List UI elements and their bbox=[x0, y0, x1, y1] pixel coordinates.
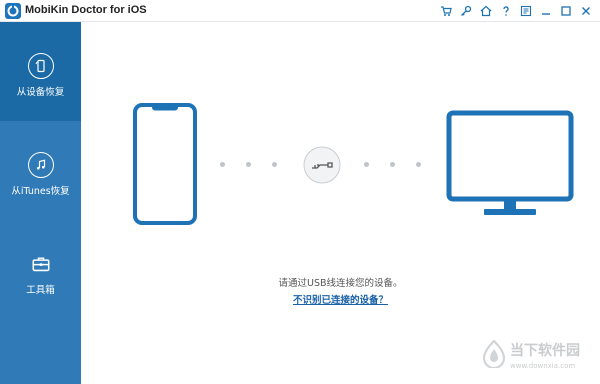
cart-icon[interactable] bbox=[436, 3, 456, 19]
sidebar-item-label: 从iTunes恢复 bbox=[11, 186, 70, 197]
sidebar-item-recover-from-itunes[interactable]: 从iTunes恢复 bbox=[0, 121, 81, 220]
sidebar-item-toolbox[interactable]: 工具箱 bbox=[0, 220, 81, 319]
monitor-illustration bbox=[446, 110, 574, 215]
device-not-recognized-link[interactable]: 不识别已连接的设备？ bbox=[81, 292, 600, 306]
minimize-icon[interactable] bbox=[536, 3, 556, 19]
connect-instruction: 请通过USB线连接您的设备。 bbox=[278, 278, 403, 289]
usb-cable-icon bbox=[303, 146, 341, 184]
sidebar-item-label: 从设备恢复 bbox=[16, 87, 65, 98]
home-icon[interactable] bbox=[476, 3, 496, 19]
connection-dot bbox=[220, 162, 225, 167]
sidebar-item-recover-from-device[interactable]: 从设备恢复 bbox=[0, 22, 81, 121]
phone-recover-icon bbox=[27, 53, 54, 79]
app-title: MobiKin Doctor for iOS bbox=[25, 4, 147, 16]
sidebar-item-label: 工具箱 bbox=[26, 285, 55, 296]
itunes-music-icon bbox=[27, 152, 54, 178]
connection-dot bbox=[416, 162, 421, 167]
connection-dot bbox=[364, 162, 369, 167]
watermark-logo-icon bbox=[482, 340, 506, 368]
phone-illustration bbox=[133, 103, 197, 225]
maximize-icon[interactable] bbox=[556, 3, 576, 19]
main-panel: 请通过USB线连接您的设备。 不识别已连接的设备？ bbox=[81, 22, 600, 384]
app-logo-icon bbox=[5, 3, 21, 19]
title-bar: MobiKin Doctor for iOS bbox=[0, 0, 600, 22]
connection-dot bbox=[246, 162, 251, 167]
watermark-brand: 当下软件园 bbox=[510, 343, 580, 359]
help-icon[interactable] bbox=[496, 3, 516, 19]
toolbox-icon bbox=[28, 251, 54, 277]
connection-dot bbox=[272, 162, 277, 167]
sidebar: 从设备恢复 从iTunes恢复 工具箱 bbox=[0, 22, 81, 384]
register-icon[interactable] bbox=[516, 3, 536, 19]
close-icon[interactable] bbox=[576, 3, 596, 19]
key-icon[interactable] bbox=[456, 3, 476, 19]
connection-dot bbox=[390, 162, 395, 167]
watermark-url: www.downxia.com bbox=[510, 362, 576, 370]
